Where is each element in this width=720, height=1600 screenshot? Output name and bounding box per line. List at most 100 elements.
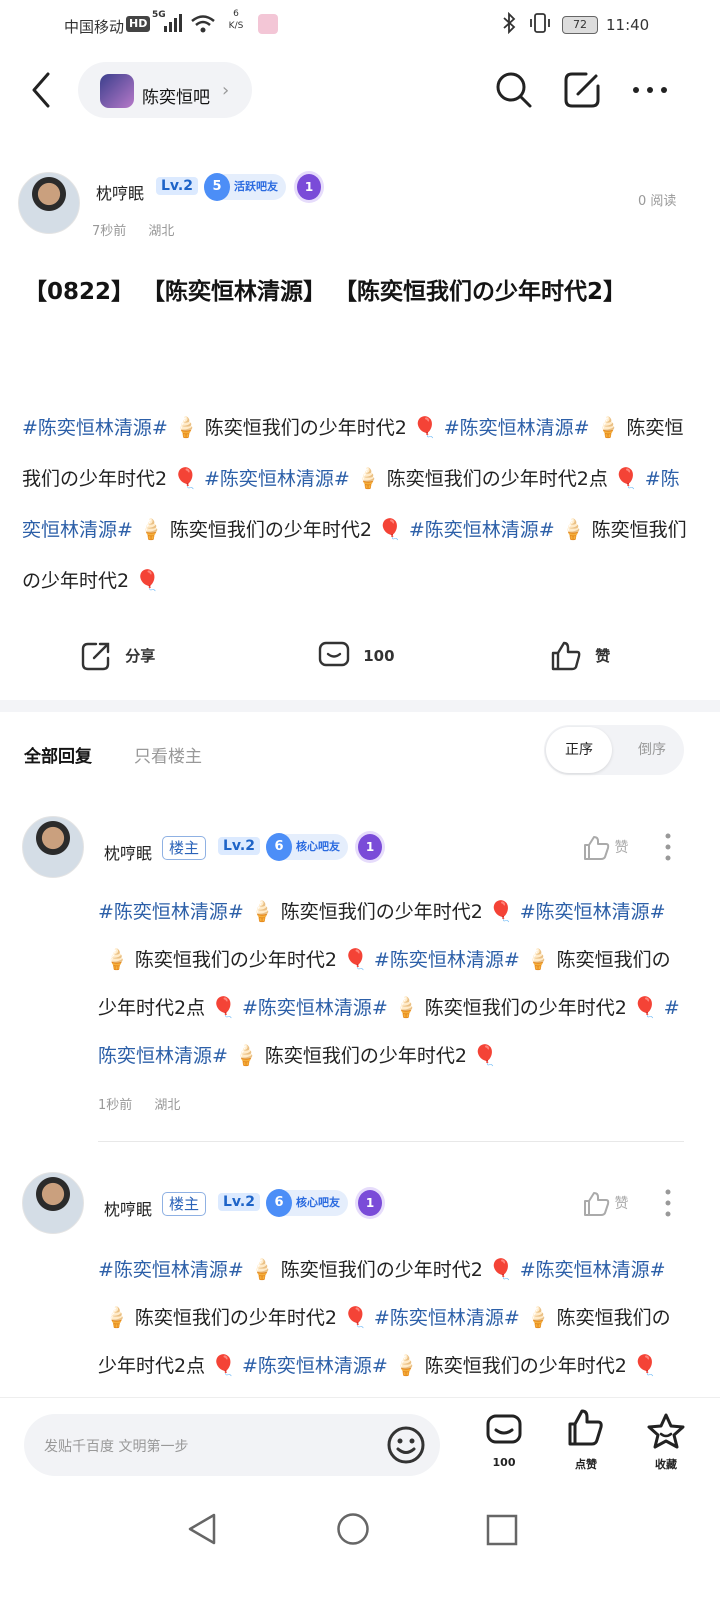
hashtag-link[interactable]: #陈奕恒林清源# [520,1259,666,1281]
level-badge: Lv.2 [218,837,260,855]
hashtag-link[interactable]: #陈奕恒林清源# [242,997,388,1019]
emoji-icon[interactable] [386,1425,426,1465]
hashtag-link[interactable]: #陈奕恒林清源# [98,1259,244,1281]
medal-icon: 1 [358,834,382,860]
ice-cream-emoji-icon: 🍦 [233,1043,259,1067]
bottom-like-button[interactable]: 点赞 [556,1406,616,1472]
tab-all-replies[interactable]: 全部回复 [24,742,92,767]
forum-entry-button[interactable]: 陈奕恒吧 › [78,62,252,118]
nav-home-icon[interactable] [336,1512,370,1546]
fan-level: 5 [204,173,230,201]
search-icon[interactable] [494,70,534,110]
post-body: #陈奕恒林清源# 🍦 陈奕恒我们の少年时代2 🎈 #陈奕恒林清源# 🍦 陈奕恒我们の少年时代… [22,402,698,606]
reply-author[interactable]: 枕哼眠 [104,840,152,864]
reply-like-label: 赞 [614,840,629,856]
reply-avatar[interactable] [22,1172,84,1234]
clock: 11:40 [606,16,650,34]
level-badge: Lv.2 [218,1193,260,1211]
body-text: 陈奕恒我们の少年时代2点 [386,468,608,490]
like-label: 赞 [595,646,611,665]
bluetooth-icon [503,12,516,34]
hashtag-link[interactable]: #陈奕恒林清源# [98,901,244,923]
ice-cream-emoji-icon: 🍦 [525,1305,551,1329]
balloon-emoji-icon: 🎈 [632,1353,658,1377]
balloon-emoji-icon: 🎈 [488,899,514,923]
body-text: 陈奕恒我们の少年时代2 [424,1355,627,1377]
ice-cream-emoji-icon: 🍦 [355,466,381,490]
sort-asc[interactable]: 正序 [546,727,612,773]
reply-like-button[interactable]: 赞 [582,1190,628,1218]
back-arrow-icon[interactable] [30,72,54,108]
hashtag-link[interactable]: #陈奕恒林清源# [409,519,555,541]
ice-cream-emoji-icon: 🍦 [560,517,586,541]
reply-avatar[interactable] [22,816,84,878]
thumbs-up-icon [584,1192,610,1216]
hashtag-link[interactable]: #陈奕恒林清源# [374,1307,520,1329]
share-button[interactable]: 分享 [80,640,155,672]
hashtag-link[interactable]: #陈奕恒林清源# [520,901,666,923]
op-badge: 楼主 [162,1192,207,1216]
ice-cream-emoji-icon: 🍦 [393,995,419,1019]
post-title: 【0822】 【陈奕恒林清源】 【陈奕恒我们の少年时代2】 [24,279,627,305]
balloon-emoji-icon: 🎈 [412,415,438,439]
carrier-label: 中国移动 [64,18,125,36]
body-text: 陈奕恒我们の少年时代2 [134,949,337,971]
balloon-emoji-icon: 🎈 [211,995,236,1019]
chevron-right-icon: › [222,80,230,101]
body-text: 陈奕恒我们の少年时代2 [204,417,407,439]
reply-author[interactable]: 枕哼眠 [104,1196,152,1220]
post-actions: 分享 100 赞 [0,636,720,686]
hashtag-link[interactable]: #陈奕恒林清源# [374,949,520,971]
reply-input-placeholder: 发贴千百度 文明第一步 [44,1439,189,1455]
hashtag-link[interactable]: #陈奕恒林清源# [22,417,168,439]
nav-back-icon[interactable] [186,1512,218,1546]
ice-cream-emoji-icon: 🍦 [138,517,164,541]
status-bar: 中国移动 HD 5G 6 K/S 72 11:40 [0,0,720,52]
thumbs-up-icon [568,1409,603,1446]
bottom-favorite-button[interactable]: 收藏 [636,1412,696,1472]
notification-app-icon [258,14,278,34]
hashtag-link[interactable]: #陈奕恒林清源# [242,1355,388,1377]
like-button[interactable]: 赞 [550,640,610,672]
balloon-emoji-icon: 🎈 [377,517,403,541]
star-icon [647,1413,685,1449]
bottom-comment-button[interactable]: 100 [474,1412,534,1469]
ice-cream-emoji-icon: 🍦 [104,947,129,971]
edit-post-icon[interactable] [562,70,602,110]
sort-desc[interactable]: 倒序 [624,725,680,775]
reply-input[interactable]: 发贴千百度 文明第一步 [24,1414,440,1476]
share-label: 分享 [125,646,156,665]
share-icon [81,642,110,671]
balloon-emoji-icon: 🎈 [173,466,198,490]
reply-like-button[interactable]: 赞 [582,834,628,862]
balloon-emoji-icon: 🎈 [488,1257,514,1281]
ice-cream-emoji-icon: 🍦 [595,415,621,439]
body-text: 陈奕恒我们の少年时代2 [424,997,627,1019]
op-badge: 楼主 [162,836,207,860]
post-location: 湖北 [148,224,175,239]
author-name[interactable]: 枕哼眠 [96,180,144,204]
hashtag-link[interactable]: #陈奕恒林清源# [204,468,350,490]
reply-location: 湖北 [154,1098,181,1113]
nav-recents-icon[interactable] [486,1514,518,1546]
fan-badge: 6 核心吧友 [266,833,348,861]
wifi-icon [191,15,215,33]
comment-button[interactable]: 100 [318,640,395,672]
read-count: 0 阅读 [638,194,677,209]
fan-badge: 6 核心吧友 [266,1189,348,1217]
hashtag-link[interactable]: #陈奕恒林清源# [444,417,590,439]
comment-icon [318,641,350,667]
author-avatar[interactable] [18,172,80,234]
medal-icon: 1 [297,174,321,200]
body-text: 陈奕恒我们の少年时代2 [280,1259,483,1281]
vibrate-icon [530,13,550,33]
more-icon[interactable] [630,82,670,98]
tab-op-only[interactable]: 只看楼主 [134,742,202,767]
more-vertical-icon[interactable] [664,1188,672,1218]
more-vertical-icon[interactable] [664,832,672,862]
post-meta: 7秒前 湖北 [92,220,192,239]
balloon-emoji-icon: 🎈 [613,466,639,490]
comment-icon [486,1414,522,1444]
sort-toggle[interactable]: 正序 倒序 [544,725,684,775]
system-nav-bar [0,1490,720,1600]
